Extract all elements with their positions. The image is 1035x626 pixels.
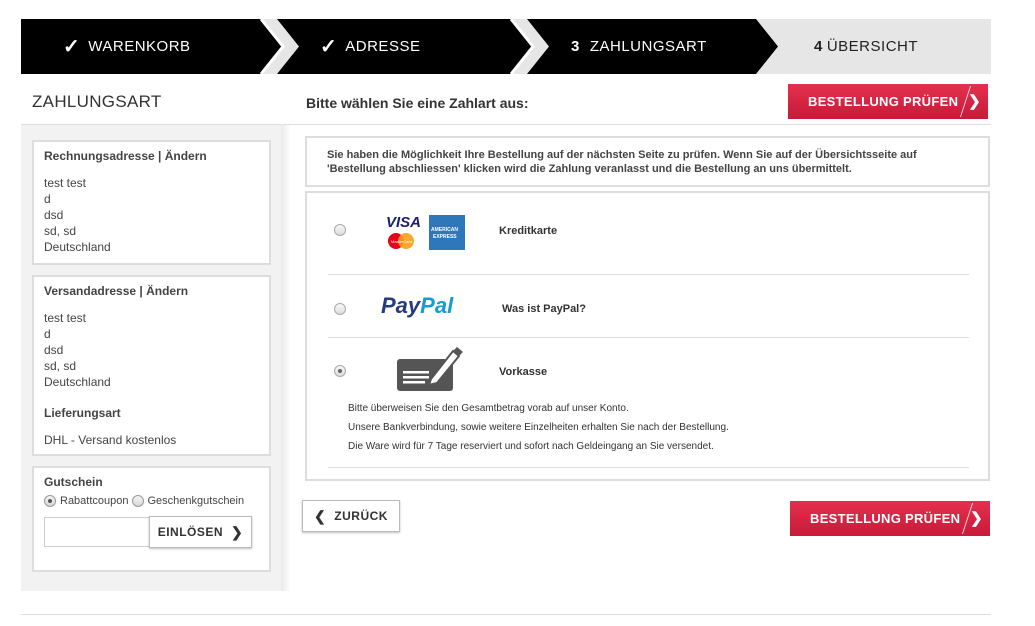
coupon-box: Gutschein Rabattcoupon Geschenkgutschein… bbox=[32, 466, 271, 572]
svg-text:EXPRESS: EXPRESS bbox=[433, 234, 457, 240]
chevron-right-icon: ❯ bbox=[970, 510, 983, 527]
billing-address-box: Rechnungsadresse | Ändern test test d ds… bbox=[32, 140, 271, 265]
radio-geschenkgutschein-label: Geschenkgutschein bbox=[147, 495, 245, 507]
check-order-label: BESTELLUNG PRÜFEN bbox=[810, 511, 961, 526]
step-label: ÜBERSICHT bbox=[826, 38, 919, 55]
payment-methods: VISA MasterCard AMERICAN EXPRESS Kreditk… bbox=[305, 191, 990, 481]
step-label: ZAHLUNGSART bbox=[589, 38, 707, 55]
svg-text:MasterCard: MasterCard bbox=[391, 239, 412, 244]
step-label: WARENKORB bbox=[88, 38, 191, 55]
page-title: Bitte wählen Sie eine Zahlart aus: bbox=[306, 95, 529, 111]
address-line: sd, sd bbox=[44, 224, 77, 238]
sidebar-shadow bbox=[281, 124, 291, 591]
radio-rabattcoupon[interactable] bbox=[44, 495, 56, 507]
vorkasse-text-line: Bitte überweisen Sie den Gesamtbetrag vo… bbox=[348, 403, 629, 414]
vorkasse-text-line: Die Ware wird für 7 Tage reserviert und … bbox=[348, 441, 714, 452]
info-text-2: 'Bestellung abschliessen' klicken wird d… bbox=[327, 163, 852, 175]
address-line: d bbox=[44, 327, 51, 341]
shipping-address-heading[interactable]: Versandadresse | Ändern bbox=[44, 284, 259, 298]
credit-card-logos-icon: VISA MasterCard AMERICAN EXPRESS bbox=[384, 213, 469, 253]
shipping-address-box: Versandadresse | Ändern test test d dsd … bbox=[32, 275, 271, 456]
redeem-button-label: EINLÖSEN bbox=[157, 525, 224, 539]
prepayment-svg bbox=[397, 347, 463, 391]
divider bbox=[328, 467, 969, 468]
radio-vorkasse[interactable] bbox=[334, 365, 346, 377]
address-line: sd, sd bbox=[44, 359, 77, 373]
coupon-code-input[interactable] bbox=[44, 517, 152, 547]
delivery-value: DHL - Versand kostenlos bbox=[44, 433, 177, 447]
back-button-label: ZURÜCK bbox=[334, 509, 388, 523]
billing-address-heading[interactable]: Rechnungsadresse | Ändern bbox=[44, 149, 259, 163]
payment-label-paypal[interactable]: Was ist PayPal? bbox=[502, 303, 586, 315]
info-notice: Sie haben die Möglichkeit Ihre Bestellun… bbox=[305, 136, 990, 187]
step-label: ADRESSE bbox=[345, 38, 421, 55]
vorkasse-text-line: Unsere Bankverbindung, sowie weitere Ein… bbox=[348, 422, 729, 433]
radio-kreditkarte[interactable] bbox=[334, 224, 346, 236]
divider bbox=[283, 124, 991, 125]
address-line: test test bbox=[44, 311, 87, 325]
credit-card-logos-svg: VISA MasterCard AMERICAN EXPRESS bbox=[386, 214, 465, 250]
vorkasse-description: Bitte überweisen Sie den Gesamtbetrag vo… bbox=[348, 399, 729, 456]
svg-text:VISA: VISA bbox=[386, 214, 421, 231]
address-line: Deutschland bbox=[44, 375, 111, 389]
step-warenkorb[interactable]: ✓ WARENKORB bbox=[63, 19, 191, 74]
coupon-heading: Gutschein bbox=[44, 475, 103, 489]
divider bbox=[328, 337, 969, 338]
address-line: Deutschland bbox=[44, 240, 111, 254]
coupon-row: EINLÖSEN ❯ bbox=[44, 516, 259, 549]
radio-rabattcoupon-label: Rabattcoupon bbox=[60, 495, 129, 507]
svg-text:AMERICAN: AMERICAN bbox=[431, 227, 458, 233]
chevron-left-icon: ❮ bbox=[314, 507, 327, 524]
sidebar-title: ZAHLUNGSART bbox=[32, 92, 162, 111]
coupon-options: Rabattcoupon Geschenkgutschein bbox=[44, 495, 259, 507]
delivery-heading: Lieferungsart bbox=[44, 406, 121, 420]
chevron-right-icon: ❯ bbox=[968, 93, 981, 110]
address-line: dsd bbox=[44, 343, 64, 357]
check-order-button-bottom[interactable]: BESTELLUNG PRÜFEN ❯ bbox=[790, 501, 990, 536]
payment-label-vorkasse[interactable]: Vorkasse bbox=[499, 366, 547, 378]
checkmark-icon: ✓ bbox=[320, 36, 338, 58]
address-line: dsd bbox=[44, 208, 64, 222]
step-uebersicht: 4 ÜBERSICHT bbox=[814, 19, 918, 74]
back-button[interactable]: ❮ ZURÜCK bbox=[302, 500, 400, 532]
chevron-right-icon: ❯ bbox=[231, 523, 244, 540]
radio-geschenkgutschein[interactable] bbox=[131, 495, 144, 507]
step-number: 3 bbox=[571, 38, 580, 55]
step-number: 4 bbox=[814, 38, 823, 55]
checkout-steps: ✓ WARENKORB ✓ ADRESSE 3 ZAHLUNGSART 4 ÜB… bbox=[21, 19, 991, 74]
step-zahlungsart: 3 ZAHLUNGSART bbox=[571, 19, 707, 74]
info-text-1: Sie haben die Möglichkeit Ihre Bestellun… bbox=[327, 149, 917, 161]
check-order-button-top[interactable]: BESTELLUNG PRÜFEN ❯ bbox=[788, 84, 988, 119]
address-line: test test bbox=[44, 176, 87, 190]
prepayment-icon bbox=[395, 345, 465, 398]
radio-paypal[interactable] bbox=[334, 303, 346, 315]
check-order-label: BESTELLUNG PRÜFEN bbox=[808, 94, 959, 109]
paypal-logo-icon: PayPal bbox=[381, 293, 454, 318]
address-line: d bbox=[44, 192, 51, 206]
payment-label-kreditkarte[interactable]: Kreditkarte bbox=[499, 225, 557, 237]
footer-divider bbox=[21, 614, 991, 615]
step-adresse[interactable]: ✓ ADRESSE bbox=[320, 19, 420, 74]
checkmark-icon: ✓ bbox=[63, 36, 81, 58]
divider bbox=[328, 274, 969, 275]
redeem-button[interactable]: EINLÖSEN ❯ bbox=[149, 516, 252, 548]
